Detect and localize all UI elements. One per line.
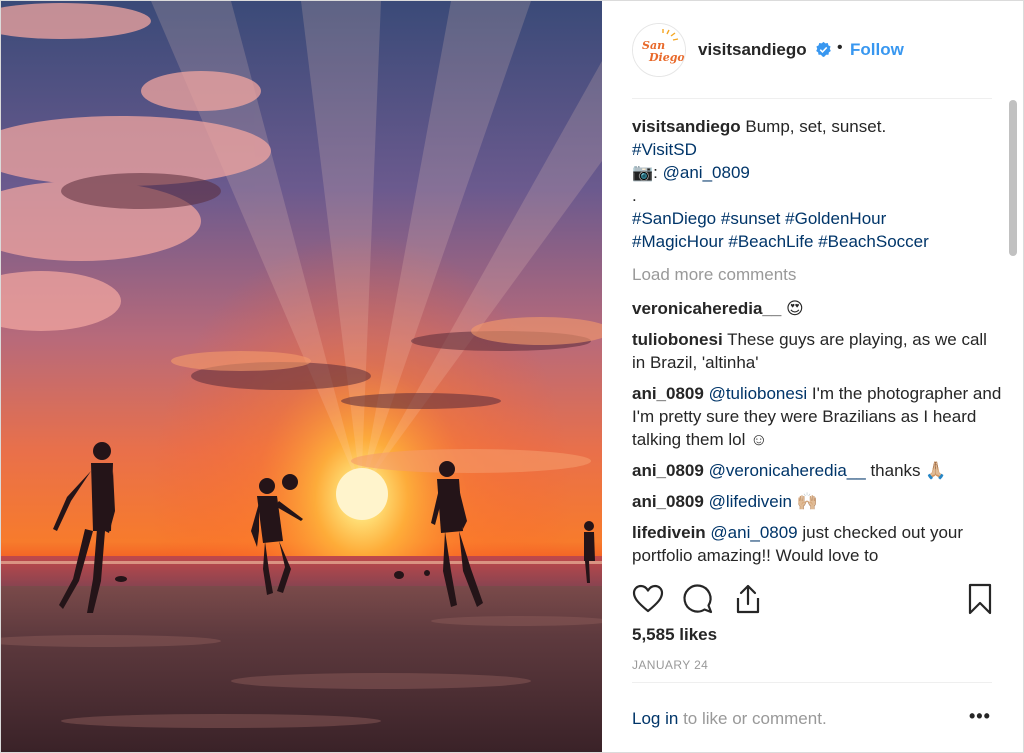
load-more-comments-button[interactable]: Load more comments [632,264,1002,286]
comment: tuliobonesi These guys are playing, as w… [632,328,1002,374]
action-bar [603,575,1023,625]
beach-sunset-photo [1,1,602,752]
credit-colon: : [653,163,658,182]
caption: visitsandiego Bump, set, sunset. #VisitS… [632,115,1002,253]
post-header: San Diego visitsandiego • Follow [603,1,1023,99]
comment-username[interactable]: lifedivein [632,523,706,542]
comment: ani_0809 @veronicaheredia__ thanks 🙏🏼 [632,459,1002,482]
comment-mention[interactable]: @tuliobonesi [709,384,808,403]
caption-dot-line: . [632,186,637,205]
hashtag-link[interactable]: #BeachLife [728,232,813,251]
header-username[interactable]: visitsandiego [698,40,807,60]
avatar[interactable]: San Diego [632,23,686,77]
caption-username[interactable]: visitsandiego [632,117,741,136]
comment-username[interactable]: veronicaheredia__ [632,299,781,318]
verified-badge-icon [816,41,831,57]
comment: ani_0809 @lifedivein 🙌🏼 [632,490,1002,513]
comment-text: 🙌🏼 [796,492,818,511]
share-icon[interactable] [732,583,764,615]
mention-link[interactable]: @ani_0809 [663,163,750,182]
svg-text:Diego: Diego [648,51,685,64]
comment-mention[interactable]: @veronicaheredia__ [709,461,866,480]
san-diego-logo-icon: San Diego [633,24,685,76]
comment-icon[interactable] [682,583,714,615]
separator-dot: • [837,39,843,56]
login-prompt-text: to like or comment. [683,709,827,728]
hashtag-link[interactable]: #SanDiego [632,209,716,228]
comment-username[interactable]: ani_0809 [632,384,704,403]
footer-divider [632,682,992,683]
bookmark-icon[interactable] [964,583,996,615]
comments-list: visitsandiego Bump, set, sunset. #VisitS… [632,115,1002,571]
comment-mention[interactable]: @ani_0809 [710,523,797,542]
more-options-button[interactable]: ••• [969,706,991,727]
hashtag-link[interactable]: #BeachSoccer [818,232,929,251]
heart-icon[interactable] [632,583,664,615]
post-side-panel: San Diego visitsandiego • Follow visitsa… [603,1,1023,752]
post-photo[interactable] [1,1,602,752]
comment: lifedivein @ani_0809 just checked out yo… [632,521,1002,567]
login-link[interactable]: Log in [632,709,678,728]
comment-text: 😍 [786,299,804,318]
comment-text: thanks 🙏🏼 [870,461,947,480]
follow-button[interactable]: Follow [850,40,904,60]
comment-mention[interactable]: @lifedivein [709,492,792,511]
hashtag-link[interactable]: #MagicHour [632,232,724,251]
header-divider [632,98,992,99]
comment-username[interactable]: ani_0809 [632,492,704,511]
comment-username[interactable]: ani_0809 [632,461,704,480]
comment: ani_0809 @tuliobonesi I'm the photograph… [632,382,1002,451]
likes-count[interactable]: 5,585 likes [632,625,717,645]
post-date[interactable]: JANUARY 24 [632,658,708,672]
comments-scrollbar[interactable] [1007,98,1019,573]
caption-text: Bump, set, sunset. [745,117,887,136]
hashtag-link[interactable]: #sunset [721,209,781,228]
hashtag-link[interactable]: #GoldenHour [785,209,886,228]
comment: veronicaheredia__ 😍 [632,297,1002,320]
scrollbar-thumb[interactable] [1009,100,1017,256]
camera-emoji: 📷 [632,163,654,182]
comment-username[interactable]: tuliobonesi [632,330,723,349]
login-prompt: Log in to like or comment. [632,709,827,729]
hashtag-link[interactable]: #VisitSD [632,140,697,159]
